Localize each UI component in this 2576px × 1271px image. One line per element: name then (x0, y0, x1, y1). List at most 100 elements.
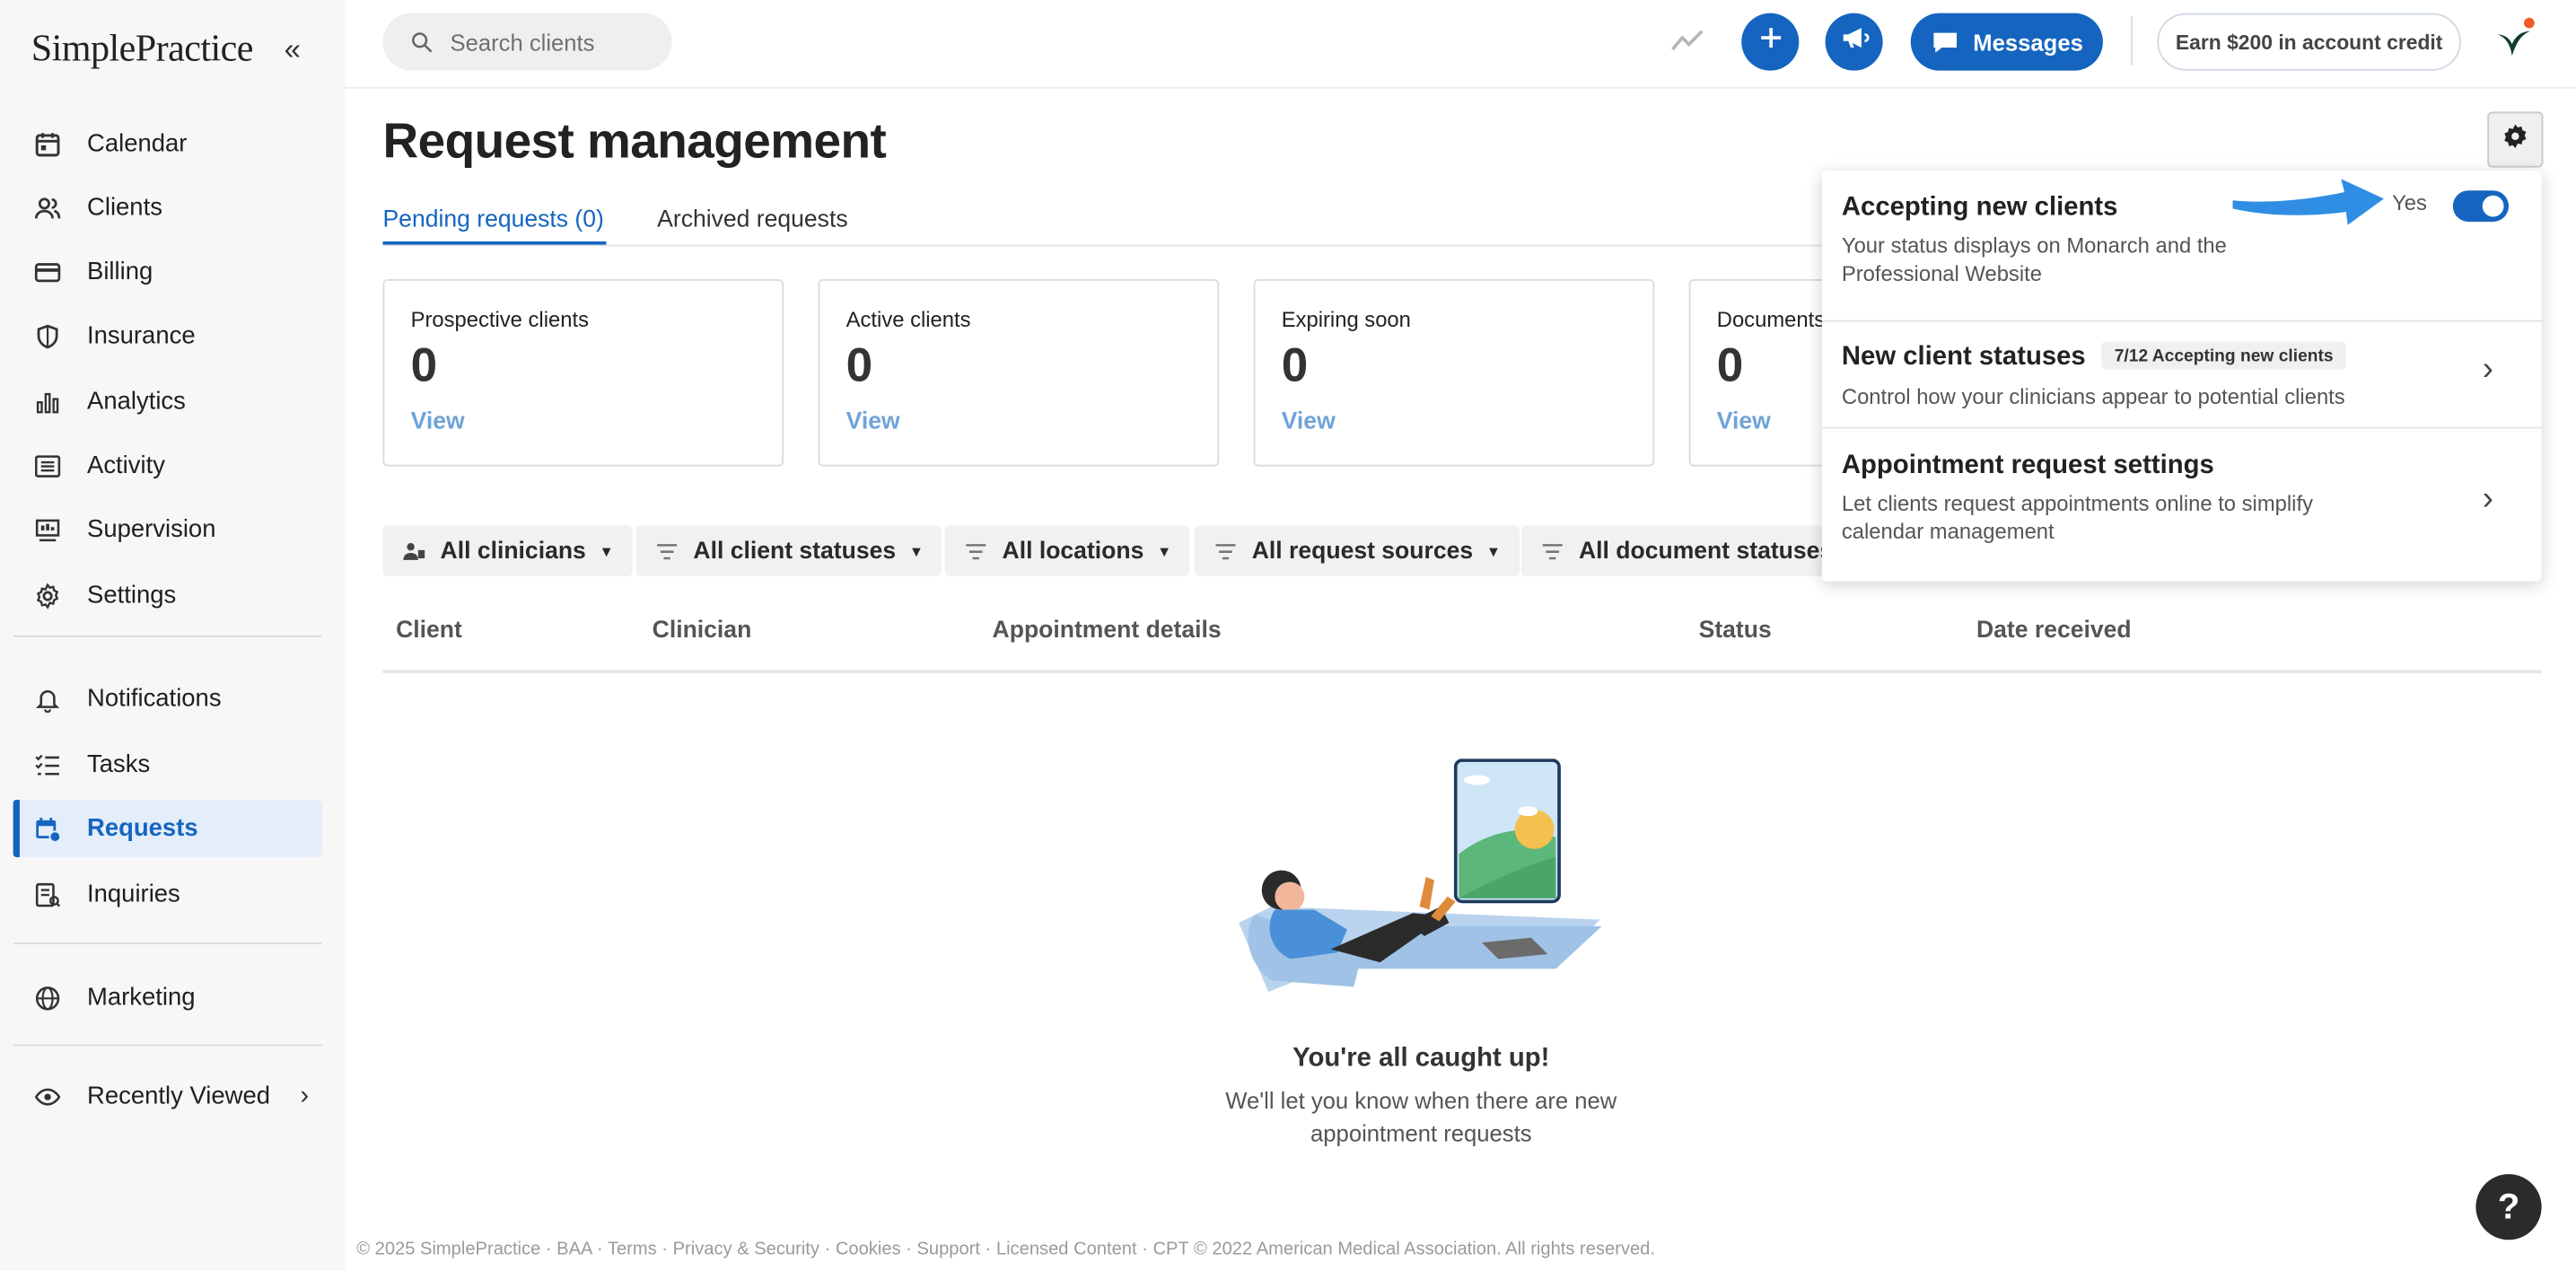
gear-icon (2502, 122, 2528, 156)
inquiries-icon (34, 881, 61, 907)
avatar[interactable] (2484, 13, 2544, 73)
empty-state-title: You're all caught up! (1292, 1044, 1550, 1073)
column-header-appointment-details[interactable]: Appointment details (993, 618, 1222, 644)
sidebar-divider (13, 636, 322, 637)
filter-label: All request sources (1251, 538, 1474, 565)
sidebar-item-inquiries[interactable]: Inquiries (13, 865, 322, 923)
accepting-new-clients-toggle[interactable] (2452, 190, 2510, 222)
calendar-icon (34, 130, 60, 156)
sidebar-item-insurance[interactable]: Insurance (13, 307, 322, 364)
sidebar-item-label: Requests (87, 814, 198, 843)
appointment-request-settings-description: Let clients request appointments online … (1842, 489, 2335, 545)
chevron-right-icon: › (300, 1081, 310, 1109)
chevron-right-icon[interactable]: › (2483, 481, 2493, 519)
shield-icon (34, 322, 60, 348)
sidebar-item-label: Clients (87, 193, 162, 222)
filter-locations[interactable]: All locations ▼ (944, 525, 1190, 577)
sidebar-item-label: Supervision (87, 515, 216, 544)
filter-client-statuses[interactable]: All client statuses ▼ (635, 525, 942, 577)
sidebar-item-clients[interactable]: Clients (13, 179, 322, 236)
sidebar-item-requests[interactable]: Requests (13, 799, 322, 857)
sidebar-item-label: Activity (87, 451, 165, 480)
list-icon (34, 452, 61, 478)
filter-clinicians[interactable]: All clinicians ▼ (382, 525, 632, 577)
chevron-right-icon[interactable]: › (2483, 352, 2493, 390)
sidebar-item-billing[interactable]: Billing (13, 243, 322, 301)
description-line: Your status displays on Monarch and the (1841, 232, 2227, 259)
topbar-divider (345, 86, 2576, 89)
search-bar[interactable] (382, 13, 672, 71)
bar-chart-icon (34, 389, 60, 415)
new-client-statuses-title[interactable]: New client statuses (1842, 343, 2086, 373)
messages-button[interactable]: Messages (1910, 13, 2103, 71)
sidebar-item-label: Insurance (87, 321, 196, 350)
megaphone-icon (1839, 23, 1869, 61)
sidebar-divider (13, 942, 322, 944)
card-view-link[interactable]: View (1717, 409, 1771, 435)
toggle-label: Yes (2392, 190, 2427, 215)
sidebar-item-settings[interactable]: Settings (13, 566, 322, 624)
description-line: Let clients request appointments online … (1841, 491, 2314, 516)
column-header-client[interactable]: Client (396, 618, 462, 644)
active-tab-indicator (382, 241, 607, 245)
status-badge: 7/12 Accepting new clients (2101, 341, 2347, 370)
card-title: Active clients (846, 307, 971, 332)
footer: © 2025 SimplePractice · BAA · Terms · Pr… (356, 1240, 1655, 1260)
sidebar: SimplePractice « Calendar Clients Billin… (0, 0, 346, 1271)
add-button[interactable] (1741, 13, 1800, 71)
tab-archived-requests[interactable]: Archived requests (657, 207, 847, 233)
filter-label: All clinicians (440, 538, 586, 565)
sidebar-item-activity[interactable]: Activity (13, 437, 322, 495)
help-button[interactable]: ? (2475, 1174, 2542, 1240)
earn-credit-button[interactable]: Earn $200 in account credit (2157, 13, 2461, 71)
card-title: Documents (1716, 307, 1826, 332)
tab-pending-requests[interactable]: Pending requests (0) (382, 207, 603, 233)
sidebar-item-analytics[interactable]: Analytics (13, 373, 322, 430)
topbar-divider (2131, 16, 2133, 66)
clinicians-icon (402, 541, 425, 561)
sidebar-divider (13, 1044, 322, 1047)
filter-request-sources[interactable]: All request sources ▼ (1194, 525, 1520, 577)
bell-icon (34, 686, 60, 713)
filter-label: All client statuses (693, 538, 897, 565)
card-view-link[interactable]: View (846, 409, 900, 435)
collapse-sidebar-icon[interactable]: « (285, 33, 301, 67)
card-prospective-clients: Prospective clients 0 View (382, 279, 784, 467)
settings-dropdown-panel: Accepting new clients Your status displa… (1821, 171, 2542, 582)
globe-icon (34, 985, 60, 1011)
app-logo[interactable]: SimplePractice (31, 28, 254, 71)
sidebar-item-tasks[interactable]: Tasks (13, 736, 322, 793)
column-header-clinician[interactable]: Clinician (653, 618, 752, 644)
caret-down-icon: ▼ (908, 542, 924, 559)
sidebar-item-label: Inquiries (87, 880, 180, 908)
card-view-link[interactable]: View (1282, 409, 1336, 435)
sidebar-item-calendar[interactable]: Calendar (13, 115, 322, 172)
card-active-clients: Active clients 0 View (818, 279, 1220, 467)
column-header-status[interactable]: Status (1699, 618, 1772, 644)
filter-label: All document statuses (1579, 538, 1834, 565)
filter-label: All locations (1002, 538, 1144, 565)
settings-gear-button[interactable] (2487, 111, 2544, 168)
announcements-button[interactable] (1825, 13, 1883, 71)
card-view-link[interactable]: View (411, 409, 465, 435)
supervision-icon (34, 516, 60, 542)
accepting-new-clients-description: Your status displays on Monarch and the … (1842, 232, 2335, 287)
sidebar-item-label: Settings (87, 581, 177, 609)
sidebar-item-label: Recently Viewed (87, 1082, 271, 1110)
sidebar-item-label: Calendar (87, 129, 188, 158)
sidebar-item-marketing[interactable]: Marketing (13, 969, 322, 1026)
trend-icon[interactable] (1669, 23, 1705, 59)
gear-icon (34, 582, 60, 609)
search-input[interactable] (450, 29, 664, 56)
panel-divider (1821, 426, 2542, 429)
column-header-date-received[interactable]: Date received (1976, 618, 2132, 644)
sidebar-item-recently-viewed[interactable]: Recently Viewed › (13, 1067, 322, 1125)
empty-state-illustration (1235, 758, 1607, 998)
sidebar-item-label: Billing (87, 258, 153, 286)
sidebar-item-supervision[interactable]: Supervision (13, 501, 322, 558)
sidebar-item-notifications[interactable]: Notifications (13, 670, 322, 727)
table-header-divider (382, 670, 2542, 674)
accepting-new-clients-title: Accepting new clients (1841, 193, 2118, 222)
empty-state-subtitle-line: We'll let you know when there are new (1225, 1087, 1617, 1114)
appointment-request-settings-title[interactable]: Appointment request settings (1842, 451, 2214, 481)
